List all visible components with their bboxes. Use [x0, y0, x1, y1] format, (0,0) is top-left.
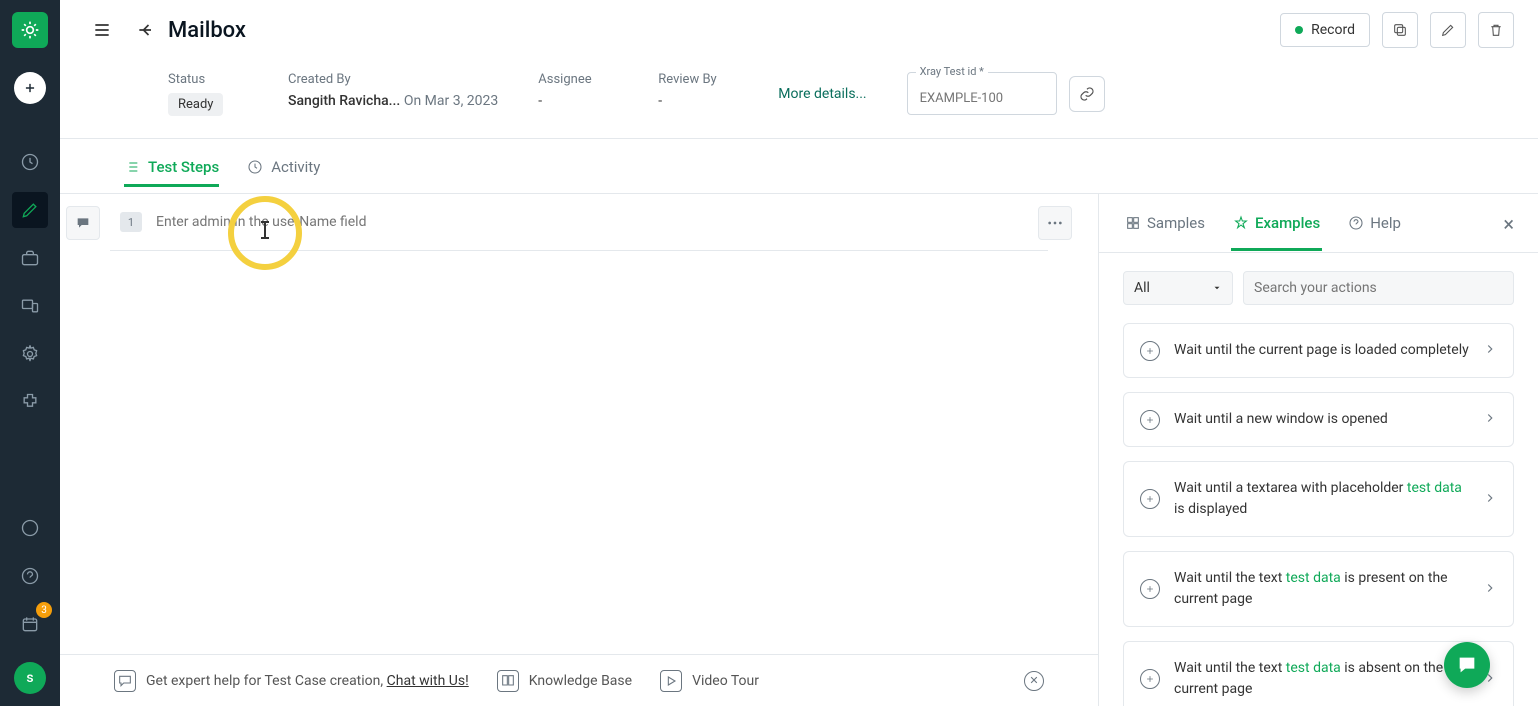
- close-panel-icon[interactable]: ×: [1503, 212, 1514, 252]
- left-navigation-rail: 3 s: [0, 0, 60, 706]
- help-rail-icon[interactable]: [12, 558, 48, 594]
- examples-label: Examples: [1255, 214, 1320, 232]
- add-action-icon: [1140, 410, 1160, 430]
- action-text: Wait until the text test data is present…: [1174, 568, 1469, 610]
- add-button[interactable]: [14, 72, 46, 104]
- settings-icon[interactable]: [12, 336, 48, 372]
- devices-icon[interactable]: [12, 288, 48, 324]
- menu-icon[interactable]: [84, 12, 120, 48]
- kb-label: Knowledge Base: [529, 673, 632, 689]
- add-action-icon: [1140, 669, 1160, 689]
- action-text: Wait until a new window is opened: [1174, 409, 1469, 430]
- chat-fab[interactable]: [1444, 642, 1490, 688]
- action-item[interactable]: Wait until a new window is opened: [1123, 392, 1514, 447]
- step-more-button[interactable]: [1038, 206, 1072, 240]
- top-bar: Mailbox Record: [60, 0, 1538, 60]
- help-label: Help: [1370, 214, 1401, 232]
- dashboard-icon[interactable]: [12, 144, 48, 180]
- samples-label: Samples: [1147, 214, 1205, 232]
- record-label: Record: [1311, 22, 1355, 38]
- panel-tab-samples[interactable]: Samples: [1123, 214, 1207, 251]
- action-search-input[interactable]: [1243, 271, 1514, 305]
- action-text: Wait until the text test data is absent …: [1174, 658, 1469, 700]
- chat-link[interactable]: Chat with Us!: [387, 673, 469, 689]
- nlp-toggle-button[interactable]: [66, 206, 100, 240]
- delete-button[interactable]: [1478, 12, 1514, 48]
- tab-test-steps[interactable]: Test Steps: [124, 150, 219, 187]
- metadata-row: Status Ready Created By Sangith Ravicha.…: [60, 60, 1538, 128]
- video-tour-link[interactable]: Video Tour: [660, 670, 759, 692]
- edit-button[interactable]: [1430, 12, 1466, 48]
- add-action-icon: [1140, 341, 1160, 361]
- notification-badge: 3: [36, 602, 52, 618]
- tabs-row: Test Steps Activity: [60, 150, 1538, 187]
- createdby-value: Sangith Ravicha... On Mar 3, 2023: [288, 93, 498, 109]
- bottom-help-bar: Get expert help for Test Case creation, …: [60, 654, 1098, 706]
- record-button[interactable]: Record: [1280, 13, 1370, 47]
- add-action-icon: [1140, 579, 1160, 599]
- chevron-right-icon: [1483, 341, 1497, 360]
- edit-icon[interactable]: [12, 192, 48, 228]
- action-text: Wait until the current page is loaded co…: [1174, 340, 1469, 361]
- panel-tabs: Samples Examples Help ×: [1099, 194, 1538, 253]
- step-input[interactable]: [156, 214, 1038, 230]
- page-title: Mailbox: [168, 18, 246, 43]
- add-action-icon: [1140, 489, 1160, 509]
- action-item[interactable]: Wait until a textarea with placeholder t…: [1123, 461, 1514, 537]
- chevron-right-icon: [1483, 410, 1497, 429]
- chevron-right-icon: [1483, 490, 1497, 509]
- help-text: Get expert help for Test Case creation,: [146, 673, 387, 689]
- app-logo[interactable]: [12, 12, 48, 48]
- link-button[interactable]: [1069, 76, 1105, 112]
- tab-steps-label: Test Steps: [148, 158, 219, 176]
- knowledge-base-link[interactable]: Knowledge Base: [497, 670, 632, 692]
- reviewby-value: -: [658, 93, 738, 109]
- steps-area: 1: [60, 194, 1098, 654]
- step-row: 1: [110, 194, 1048, 251]
- filter-value: All: [1134, 280, 1150, 296]
- reviewby-label: Review By: [658, 72, 738, 87]
- action-item[interactable]: Wait until the text test data is present…: [1123, 551, 1514, 627]
- assignee-label: Assignee: [538, 72, 618, 87]
- addons-icon[interactable]: [12, 384, 48, 420]
- chat-icon: [114, 670, 136, 692]
- tab-activity-label: Activity: [271, 158, 320, 176]
- tab-activity[interactable]: Activity: [247, 150, 320, 187]
- chevron-right-icon: [1483, 580, 1497, 599]
- xray-input[interactable]: [920, 91, 1044, 106]
- panel-tab-help[interactable]: Help: [1346, 214, 1403, 251]
- filter-select[interactable]: All: [1123, 271, 1233, 305]
- status-value[interactable]: Ready: [168, 93, 223, 116]
- panel-tab-examples[interactable]: Examples: [1231, 214, 1322, 251]
- calendar-icon[interactable]: 3: [12, 606, 48, 642]
- copy-button[interactable]: [1382, 12, 1418, 48]
- record-dot-icon: [1295, 26, 1303, 34]
- createdby-label: Created By: [288, 72, 498, 87]
- user-avatar[interactable]: s: [14, 662, 46, 694]
- status-label: Status: [168, 72, 248, 87]
- tour-label: Video Tour: [692, 673, 759, 689]
- xray-legend: Xray Test id *: [916, 65, 988, 78]
- action-text: Wait until a textarea with placeholder t…: [1174, 478, 1469, 520]
- step-number: 1: [120, 212, 142, 232]
- expert-help[interactable]: Get expert help for Test Case creation, …: [114, 670, 469, 692]
- briefcase-icon[interactable]: [12, 240, 48, 276]
- back-icon[interactable]: [128, 12, 164, 48]
- close-bar-icon[interactable]: ✕: [1024, 671, 1044, 691]
- xray-field: Xray Test id *: [907, 72, 1057, 115]
- action-item[interactable]: Wait until the current page is loaded co…: [1123, 323, 1514, 378]
- right-panel: Samples Examples Help × All Wait until t…: [1098, 194, 1538, 706]
- assignee-value: -: [538, 93, 618, 109]
- play-icon: [660, 670, 682, 692]
- book-icon: [497, 670, 519, 692]
- usage-icon[interactable]: [12, 510, 48, 546]
- more-details-link[interactable]: More details...: [778, 86, 866, 102]
